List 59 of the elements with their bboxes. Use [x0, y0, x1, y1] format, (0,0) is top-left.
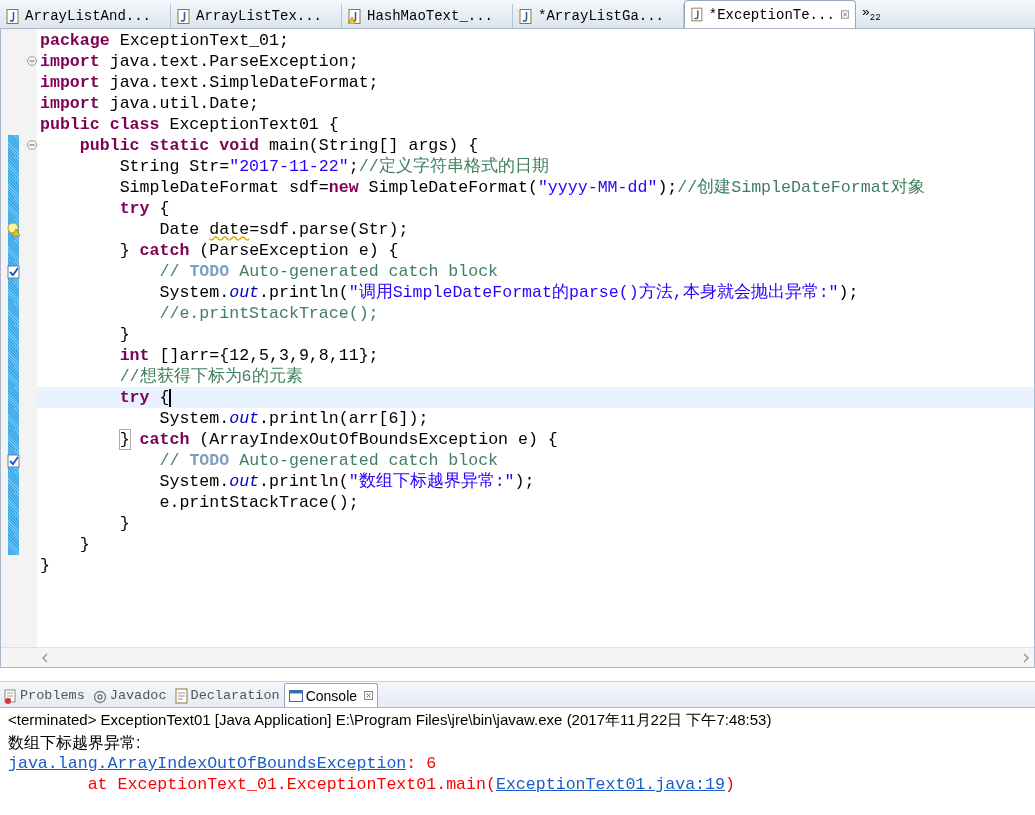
- code-line: try {: [118, 198, 170, 219]
- java-file-icon: [6, 8, 19, 24]
- view-tab[interactable]: Console: [283, 683, 379, 707]
- java-file-icon: [691, 7, 703, 22]
- code-line: String Str="2017-11-22";//定义字符串格式的日期: [118, 156, 549, 177]
- code-line: //想获得下标为6的元素: [118, 366, 303, 387]
- code-line: e.printStackTrace();: [158, 492, 359, 513]
- console-icon: [288, 687, 303, 704]
- java-file-icon: [177, 8, 190, 24]
- console-header: <terminated> ExceptionText01 [Java Application] E:\Program Files\jre\bin\javaw.exe (2017年11月22日 下午7:48:53): [7, 710, 773, 730]
- code-line: } catch (ParseException e) {: [118, 240, 399, 261]
- code-line: System.out.println("数组下标越界异常:");: [158, 471, 535, 492]
- horizontal-scrollbar[interactable]: [1, 647, 1034, 667]
- close-icon[interactable]: [364, 691, 374, 700]
- console-output: at ExceptionText_01.ExceptionText01.main(: [86, 774, 496, 795]
- stack-trace-link[interactable]: ExceptionText01.java:19: [495, 774, 725, 795]
- code-line: System.out.println(arr[6]);: [158, 408, 429, 429]
- code-line: }: [78, 534, 90, 555]
- console-output: ): [724, 774, 735, 795]
- code-line: // TODO Auto-generated catch block: [158, 261, 499, 282]
- code-line: }: [40, 555, 50, 576]
- view-tab[interactable]: Problems: [0, 684, 89, 707]
- code-line: }: [118, 324, 130, 345]
- collapse-icon[interactable]: [27, 56, 37, 66]
- editor-tab[interactable]: *ArrayListGa...: [513, 4, 684, 28]
- close-icon[interactable]: [840, 10, 849, 19]
- code-line: }: [118, 513, 130, 534]
- editor-tab[interactable]: ArrayListAnd...: [0, 4, 171, 28]
- tab-overflow-button[interactable]: »$_{22}$: [862, 5, 881, 23]
- code-line: import java.util.Date;: [40, 93, 260, 114]
- java-file-icon: [519, 8, 532, 24]
- code-line: try {: [118, 387, 170, 408]
- java-file-warning-icon: [348, 8, 361, 24]
- code-line: package ExceptionText_01;: [40, 30, 289, 51]
- editor-tab[interactable]: ArrayListTex...: [171, 4, 342, 28]
- code-line: import java.text.SimpleDateFormat;: [40, 72, 379, 93]
- editor-tab[interactable]: *ExceptionTe...: [684, 0, 856, 28]
- code-line: SimpleDateFormat sdf=new SimpleDateFormat("yyyy-MM-dd");//创建SimpleDateFormat对象: [118, 177, 925, 198]
- code-line: //e.printStackTrace();: [158, 303, 379, 324]
- console-output: : 6: [406, 753, 437, 774]
- code-line: public class ExceptionText01 {: [40, 114, 339, 135]
- code-line: public static void main(String[] args) {: [78, 135, 479, 156]
- code-line: Date date=sdf.parse(Str);: [158, 219, 409, 240]
- console-output: 数组下标越界异常:: [8, 733, 141, 753]
- problems-icon: [4, 687, 17, 704]
- collapse-icon[interactable]: [27, 140, 37, 150]
- code-line: } catch (ArrayIndexOutOfBoundsException e) {: [118, 429, 558, 450]
- code-line: // TODO Auto-generated catch block: [158, 450, 499, 471]
- declaration-icon: [174, 687, 188, 704]
- editor-tab[interactable]: HashMaoText_...: [342, 4, 513, 28]
- stack-trace-link[interactable]: java.lang.ArrayIndexOutOfBoundsException: [8, 753, 407, 774]
- text-cursor: [169, 388, 172, 407]
- view-tab[interactable]: Declaration: [170, 684, 284, 707]
- scroll-left-icon: [41, 652, 49, 663]
- code-line: System.out.println("调用SimpleDateFormat的parse()方法,本身就会抛出异常:");: [158, 282, 859, 303]
- code-line: import java.text.ParseException;: [40, 51, 359, 72]
- scroll-right-icon: [1022, 652, 1030, 663]
- code-line: int []arr={12,5,3,9,8,11};: [118, 345, 379, 366]
- view-tab[interactable]: Javadoc: [88, 684, 171, 707]
